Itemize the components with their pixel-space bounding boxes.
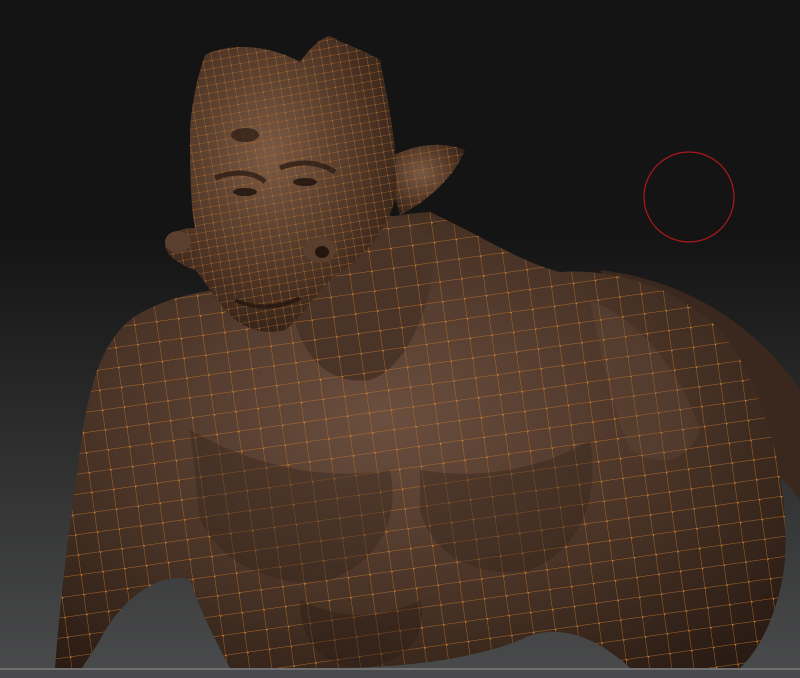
sculpt-canvas[interactable] [0,0,800,678]
snout-nostril-left [165,231,191,253]
head-bump [231,128,259,142]
eye-right [293,178,317,186]
zbrush-viewport[interactable] [0,0,800,678]
eye-left [233,188,257,196]
nostril-hole [315,246,329,258]
